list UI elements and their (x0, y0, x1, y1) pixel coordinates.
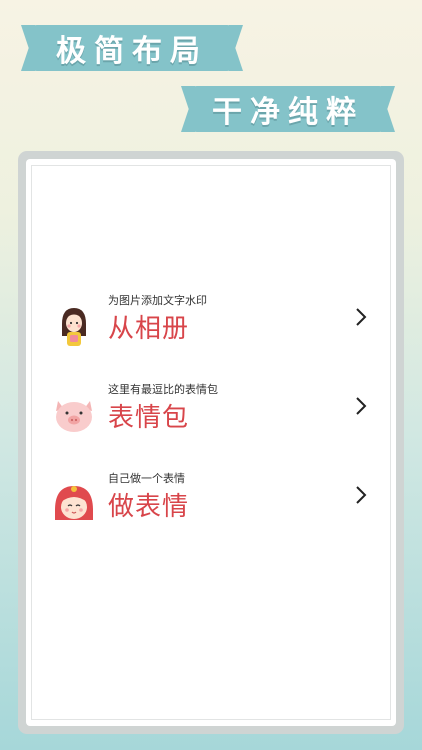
chevron-right-icon (354, 395, 368, 417)
chevron-right-icon (354, 484, 368, 506)
banner-minimal-layout: 极简布局 (30, 25, 234, 71)
menu-card: 为图片添加文字水印 从相册 这里有最逗比的表情包 表情包 自己做一个表情 做表情 (26, 159, 396, 726)
menu-item-subtitle: 这里有最逗比的表情包 (108, 383, 218, 396)
menu-item-title: 从相册 (108, 314, 190, 344)
menu-item-subtitle: 自己做一个表情 (108, 472, 185, 485)
red-hood-girl-icon (52, 480, 96, 526)
menu-item-subtitle: 为图片添加文字水印 (108, 294, 207, 307)
menu-item-from-album[interactable]: 为图片添加文字水印 从相册 (52, 288, 370, 358)
card-inner-border: 为图片添加文字水印 从相册 这里有最逗比的表情包 表情包 自己做一个表情 做表情 (31, 165, 391, 720)
pig-face-icon (52, 391, 96, 437)
chevron-right-icon (354, 306, 368, 328)
banner-clean-pure: 干净纯粹 (190, 86, 386, 132)
menu-item-make-sticker[interactable]: 自己做一个表情 做表情 (52, 466, 370, 536)
banner-text: 极简布局 (56, 34, 208, 69)
menu-item-title: 表情包 (108, 403, 190, 433)
card-frame: 为图片添加文字水印 从相册 这里有最逗比的表情包 表情包 自己做一个表情 做表情 (18, 151, 404, 734)
girl-avatar-icon (52, 302, 96, 348)
menu-item-title: 做表情 (108, 492, 190, 522)
banner-text: 干净纯粹 (212, 95, 364, 130)
menu-item-sticker-pack[interactable]: 这里有最逗比的表情包 表情包 (52, 377, 370, 447)
